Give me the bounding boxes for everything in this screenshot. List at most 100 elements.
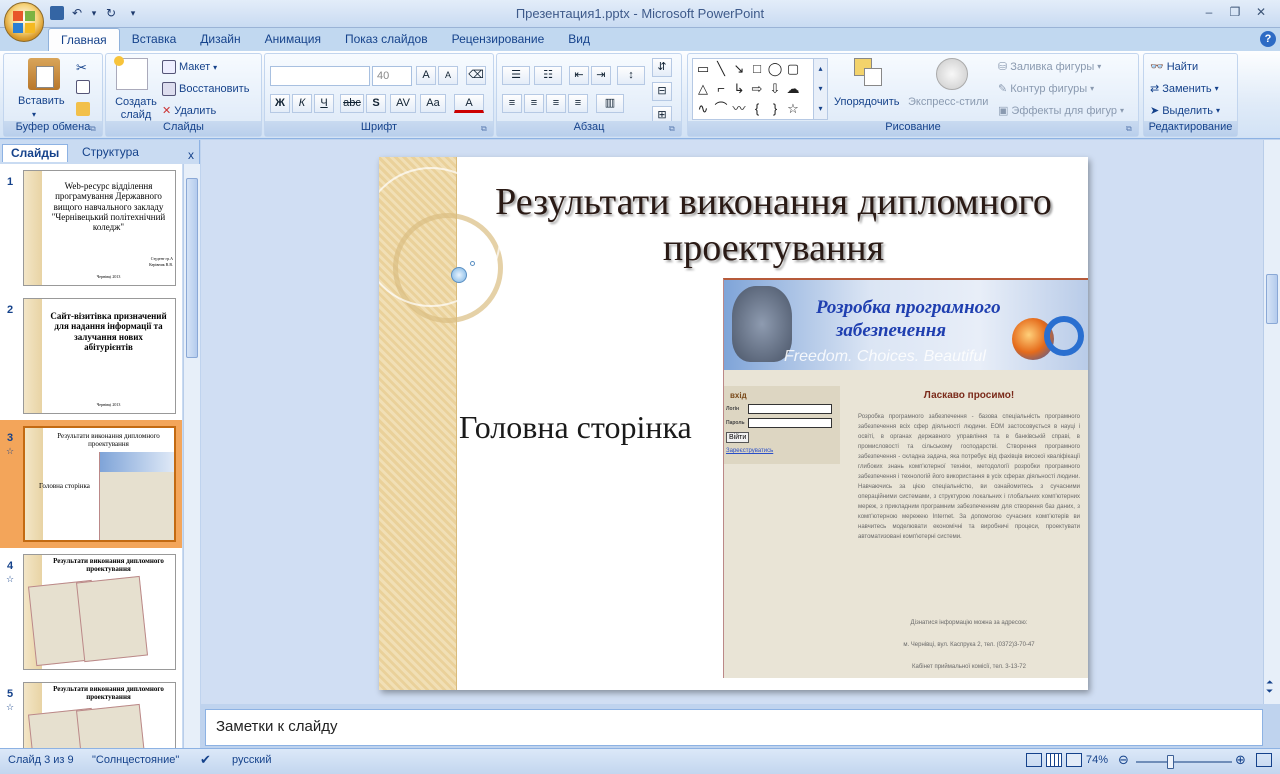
down-arrow-shape-icon[interactable]: ⇩ bbox=[766, 80, 784, 98]
replace-button[interactable]: ⇄ Заменить ▾ bbox=[1150, 82, 1219, 96]
arc-shape-icon[interactable]: ⌒ bbox=[712, 100, 730, 118]
slide-label[interactable]: Головна сторінка bbox=[459, 409, 692, 446]
align-text-button[interactable]: ⊟ bbox=[652, 82, 672, 101]
strike-button[interactable]: abc bbox=[340, 94, 364, 113]
rounded-rect-shape-icon[interactable]: ▢ bbox=[784, 60, 802, 78]
paste-button[interactable]: Вставить bbox=[18, 95, 65, 107]
clear-format-button[interactable]: ⌫ bbox=[466, 66, 486, 85]
oval-shape-icon[interactable]: ◯ bbox=[766, 60, 784, 78]
left-brace-shape-icon[interactable]: { bbox=[748, 100, 766, 118]
font-name-combo[interactable] bbox=[270, 66, 370, 86]
tab-slideshow[interactable]: Показ слайдов bbox=[333, 28, 440, 51]
zoom-level[interactable]: 74% bbox=[1086, 754, 1108, 766]
tab-outline[interactable]: Структура bbox=[74, 144, 147, 162]
triangle-shape-icon[interactable]: △ bbox=[694, 80, 712, 98]
delete-slide-button[interactable]: ✕ Удалить bbox=[162, 104, 216, 118]
tab-animation[interactable]: Анимация bbox=[253, 28, 333, 51]
slide-scrollbar[interactable]: ⏶ ⏷ bbox=[1263, 140, 1280, 704]
align-center-button[interactable]: ≡ bbox=[524, 94, 544, 113]
increase-indent-button[interactable]: ⇥ bbox=[591, 66, 611, 85]
shape-fill-button[interactable]: ⛁ Заливка фигуры ▾ bbox=[998, 60, 1101, 74]
find-button[interactable]: 👓 Найти bbox=[1150, 60, 1198, 74]
normal-view-icon[interactable] bbox=[1026, 753, 1042, 767]
thumbnails-scrollbar[interactable] bbox=[183, 164, 200, 748]
arrange-button[interactable]: Упорядочить bbox=[834, 96, 899, 108]
columns-button[interactable]: ▥ bbox=[596, 94, 624, 113]
help-icon[interactable]: ? bbox=[1260, 31, 1276, 47]
quick-styles-button[interactable]: Экспресс-стили bbox=[908, 96, 988, 108]
tab-insert[interactable]: Вставка bbox=[120, 28, 189, 51]
align-left-button[interactable]: ≡ bbox=[502, 94, 522, 113]
bold-button[interactable]: Ж bbox=[270, 94, 290, 113]
shrink-font-button[interactable]: A bbox=[438, 66, 458, 85]
prev-next-slide-icon[interactable]: ⏶ ⏷ bbox=[1266, 678, 1273, 696]
format-painter-icon[interactable] bbox=[76, 102, 90, 116]
numbering-button[interactable]: ☷ bbox=[534, 66, 562, 85]
underline-button[interactable]: Ч bbox=[314, 94, 334, 113]
website-login-input[interactable] bbox=[748, 404, 832, 414]
justify-button[interactable]: ≡ bbox=[568, 94, 588, 113]
tab-review[interactable]: Рецензирование bbox=[440, 28, 557, 51]
shapes-gallery-scroll[interactable]: ▴ ▾ ▾ bbox=[813, 59, 827, 119]
char-spacing-button[interactable]: AV bbox=[390, 94, 416, 113]
tab-view[interactable]: Вид bbox=[556, 28, 602, 51]
curve-shape-icon[interactable]: ∿ bbox=[694, 100, 712, 118]
tab-home[interactable]: Главная bbox=[48, 28, 120, 51]
minimize-button[interactable]: – bbox=[1196, 2, 1222, 22]
slide-thumbnail[interactable]: 1 Web-ресурс відділення програмування Де… bbox=[0, 164, 182, 292]
language-label[interactable]: русский bbox=[232, 754, 271, 766]
change-case-button[interactable]: Aa bbox=[420, 94, 446, 113]
restore-button[interactable]: ❐ bbox=[1222, 2, 1248, 22]
paste-dropdown-icon[interactable]: ▾ bbox=[32, 110, 36, 119]
website-screenshot[interactable]: Розробка програмного забезпечення Freedo… bbox=[723, 278, 1088, 678]
thumbnails-scrollbar-thumb[interactable] bbox=[186, 178, 198, 358]
shadow-button[interactable]: S bbox=[366, 94, 386, 113]
textbox-shape-icon[interactable]: ▭ bbox=[694, 60, 712, 78]
elbow-arrow-shape-icon[interactable]: ↳ bbox=[730, 80, 748, 98]
tab-slides[interactable]: Слайды bbox=[2, 144, 69, 162]
office-button[interactable] bbox=[4, 2, 44, 42]
close-button[interactable]: ✕ bbox=[1248, 2, 1274, 22]
elbow-connector-shape-icon[interactable]: ⌐ bbox=[712, 80, 730, 98]
fit-to-window-icon[interactable] bbox=[1256, 753, 1272, 767]
zoom-out-icon[interactable]: ⊖ bbox=[1118, 752, 1129, 768]
slideshow-view-icon[interactable] bbox=[1066, 753, 1082, 767]
star-shape-icon[interactable]: ☆ bbox=[784, 100, 802, 118]
cut-icon[interactable]: ✂ bbox=[76, 60, 87, 76]
line-shape-icon[interactable]: ╲ bbox=[712, 60, 730, 78]
freeform-shape-icon[interactable]: 〰 bbox=[730, 100, 748, 118]
website-login-button[interactable]: Війти bbox=[726, 432, 750, 443]
right-arrow-shape-icon[interactable]: ⇨ bbox=[748, 80, 766, 98]
current-slide[interactable]: Результати виконання дипломного проектув… bbox=[379, 157, 1088, 690]
reset-button[interactable]: Восстановить bbox=[162, 82, 249, 96]
clipboard-launcher-icon[interactable]: ⧉ bbox=[90, 124, 100, 134]
shape-outline-button[interactable]: ✎ Контур фигуры ▾ bbox=[998, 82, 1094, 96]
slide-title[interactable]: Результати виконання дипломного проектув… bbox=[469, 179, 1078, 271]
arrow-line-shape-icon[interactable]: ↘ bbox=[730, 60, 748, 78]
font-size-combo[interactable]: 40 bbox=[372, 66, 412, 86]
theme-name[interactable]: "Солнцестояние" bbox=[92, 754, 179, 766]
paragraph-launcher-icon[interactable]: ⧉ bbox=[669, 124, 679, 134]
slide-thumbnail-selected[interactable]: 3 ☆ Результати виконання дипломного прое… bbox=[0, 420, 182, 548]
zoom-slider-track[interactable] bbox=[1136, 761, 1232, 763]
notes-pane[interactable]: Заметки к слайду bbox=[205, 709, 1263, 746]
select-button[interactable]: ➤ Выделить ▾ bbox=[1150, 104, 1220, 118]
zoom-in-icon[interactable]: ⊕ bbox=[1235, 752, 1246, 768]
close-panel-icon[interactable]: x bbox=[188, 148, 194, 162]
line-spacing-button[interactable]: ↕ bbox=[617, 66, 645, 85]
website-password-input[interactable] bbox=[748, 418, 832, 428]
shapes-gallery[interactable]: ▭ ╲ ↘ □ ◯ ▢ △ ⌐ ↳ ⇨ ⇩ ☁ ∿ ⌒ 〰 { } ☆ ▴ ▾ ▾ bbox=[692, 58, 828, 120]
callout-shape-icon[interactable]: ☁ bbox=[784, 80, 802, 98]
slide-thumbnail[interactable]: 2 Сайт-візитівка призначений для надання… bbox=[0, 292, 182, 420]
slide-scrollbar-thumb[interactable] bbox=[1266, 274, 1278, 324]
bullets-button[interactable]: ☰ bbox=[502, 66, 530, 85]
rectangle-shape-icon[interactable]: □ bbox=[748, 60, 766, 78]
drawing-launcher-icon[interactable]: ⧉ bbox=[1126, 124, 1136, 134]
italic-button[interactable]: К bbox=[292, 94, 312, 113]
decrease-indent-button[interactable]: ⇤ bbox=[569, 66, 589, 85]
grow-font-button[interactable]: A bbox=[416, 66, 436, 85]
font-color-button[interactable]: A bbox=[454, 94, 484, 113]
slide-sorter-icon[interactable] bbox=[1046, 753, 1062, 767]
slide-thumbnail[interactable]: 4 ☆ Результати виконання дипломного прое… bbox=[0, 548, 182, 676]
right-brace-shape-icon[interactable]: } bbox=[766, 100, 784, 118]
